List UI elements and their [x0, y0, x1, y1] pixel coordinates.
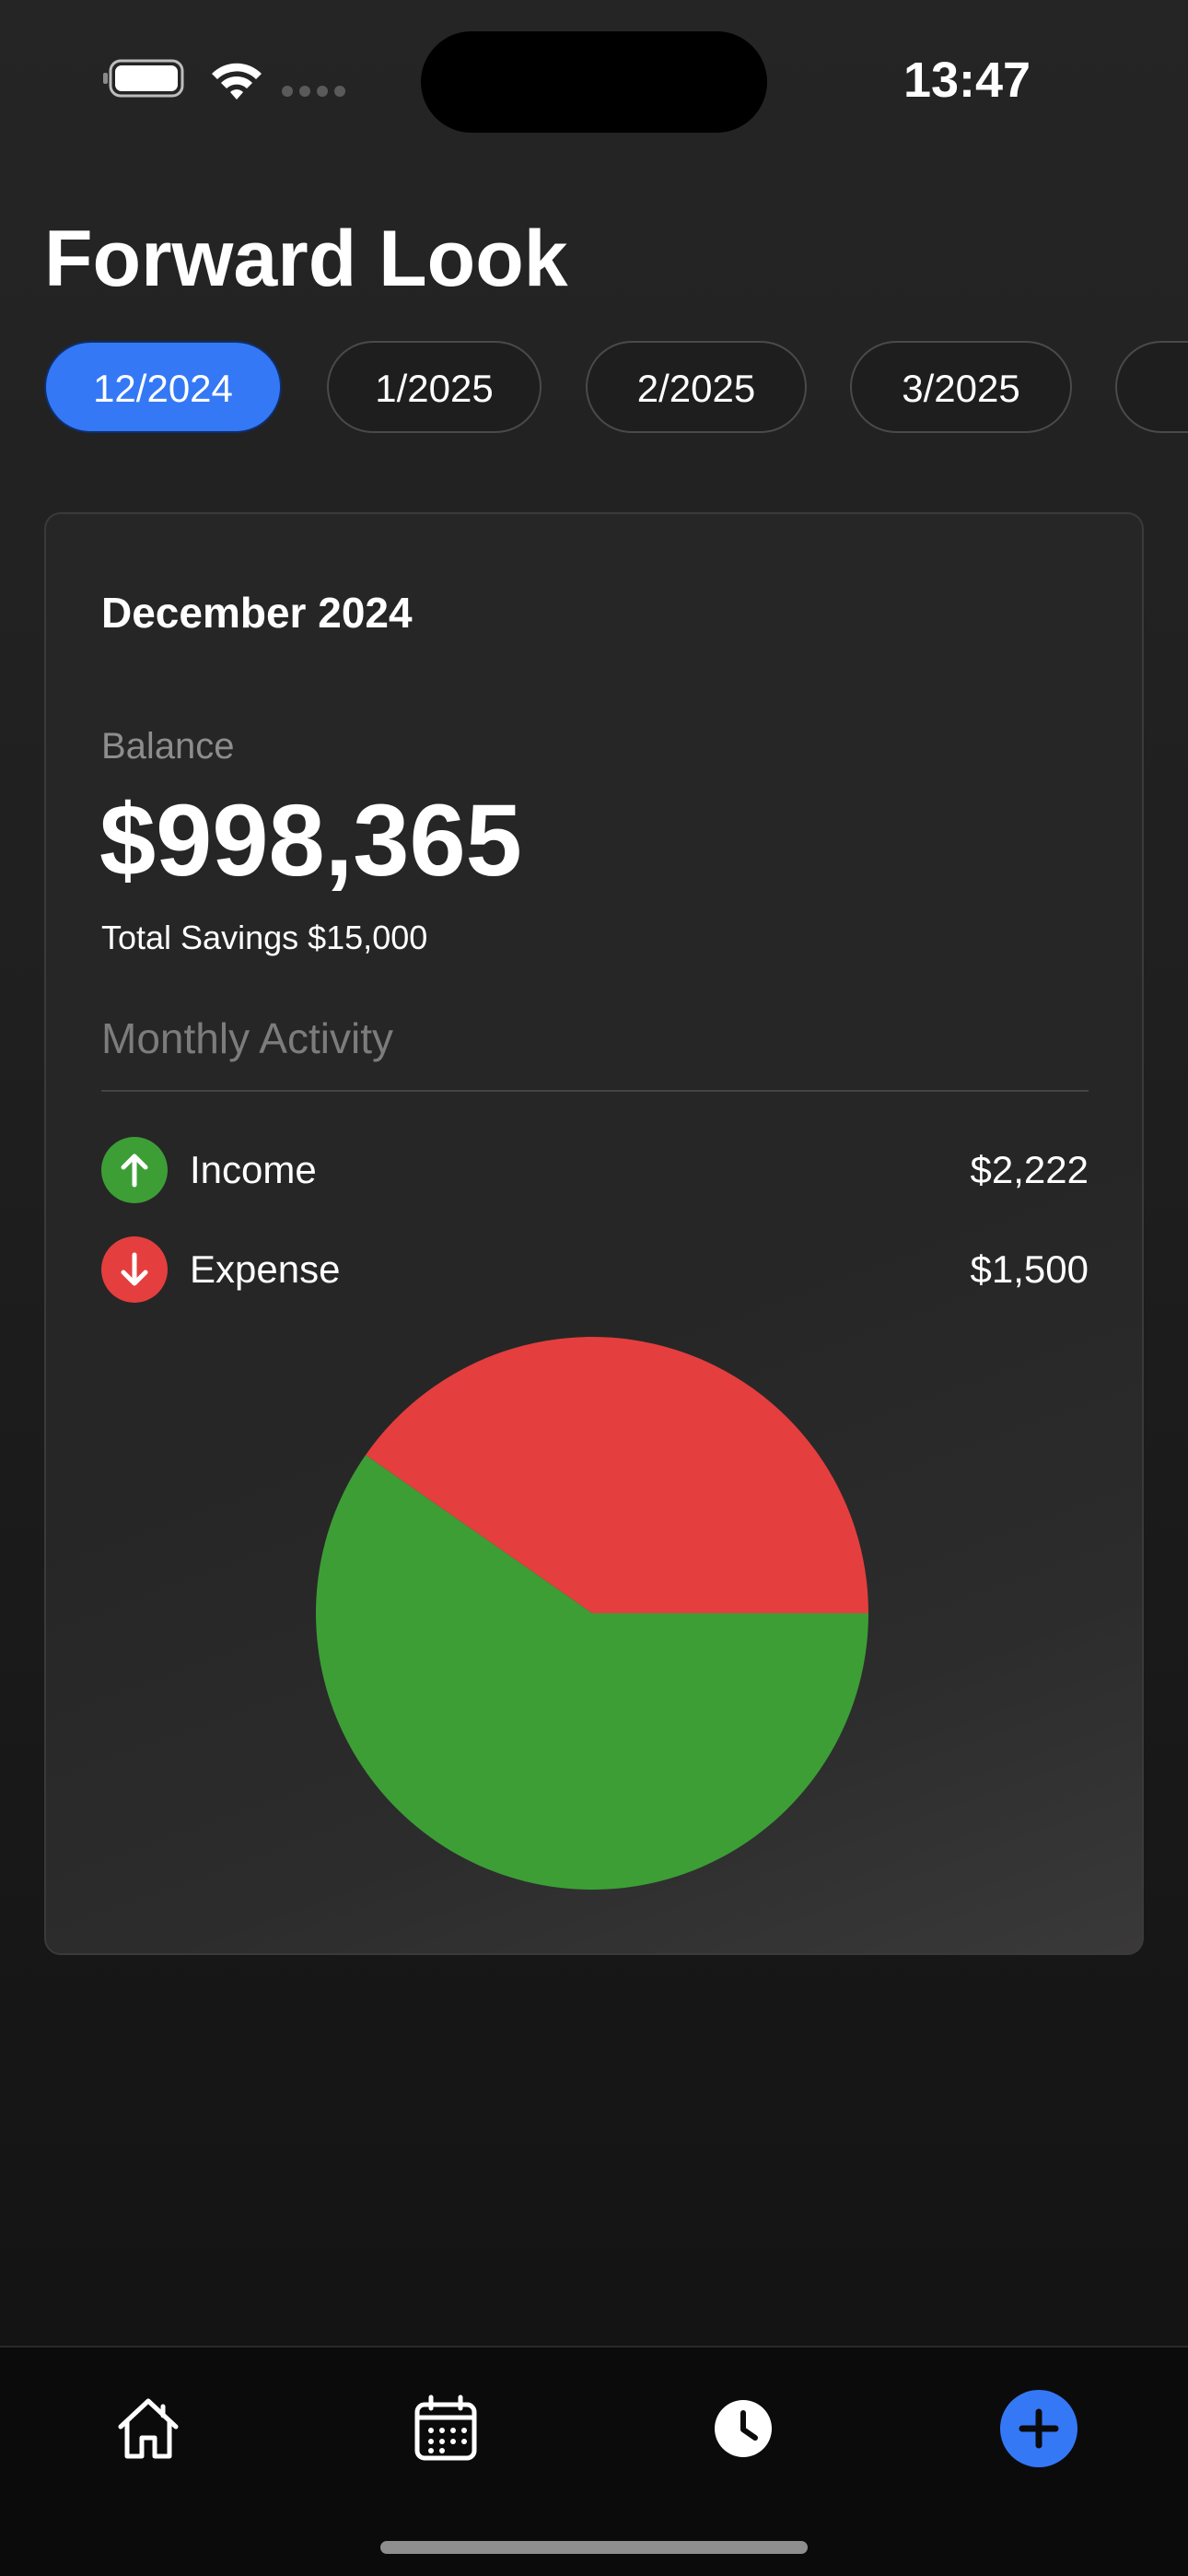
card-month-title: December 2024 — [101, 589, 413, 637]
month-chip-1-2025[interactable]: 1/2025 — [327, 341, 542, 433]
month-chip-3-2025[interactable]: 3/2025 — [850, 341, 1072, 433]
expense-amount: $1,500 — [970, 1247, 1089, 1291]
balance-value: $998,365 — [99, 784, 522, 897]
activity-pie-chart — [316, 1337, 868, 1890]
calendar-icon[interactable] — [400, 2383, 492, 2475]
income-icon-badge — [101, 1137, 168, 1203]
month-chip-next[interactable] — [1115, 341, 1188, 433]
month-chip-2-2025[interactable]: 2/2025 — [586, 341, 807, 433]
divider — [101, 1090, 1089, 1092]
expense-label: Expense — [190, 1247, 341, 1291]
wifi-icon — [212, 63, 262, 100]
status-time: 13:47 — [903, 53, 1031, 108]
arrow-down-icon — [121, 1252, 148, 1286]
home-indicator — [380, 2541, 808, 2554]
app-screen: 13:47 Forward Look 12/2024 1/2025 2/2025… — [0, 0, 1188, 2576]
page-title: Forward Look — [44, 215, 568, 303]
income-amount: $2,222 — [970, 1148, 1089, 1191]
dynamic-island — [421, 31, 767, 133]
status-bar: 13:47 — [0, 0, 1188, 147]
home-icon[interactable] — [102, 2383, 194, 2475]
total-savings: Total Savings $15,000 — [101, 919, 428, 956]
month-selector: 12/2024 1/2025 2/2025 3/2025 — [0, 341, 1188, 437]
clock-icon[interactable] — [697, 2383, 789, 2475]
monthly-activity-label: Monthly Activity — [101, 1014, 393, 1062]
cellular-signal-icon — [282, 86, 345, 97]
battery-icon — [103, 59, 184, 98]
income-label: Income — [190, 1148, 317, 1191]
expense-icon-badge — [101, 1236, 168, 1303]
balance-label: Balance — [101, 726, 235, 767]
arrow-up-icon — [121, 1153, 148, 1188]
plus-icon[interactable] — [993, 2383, 1085, 2475]
month-chip-12-2024[interactable]: 12/2024 — [44, 341, 282, 433]
